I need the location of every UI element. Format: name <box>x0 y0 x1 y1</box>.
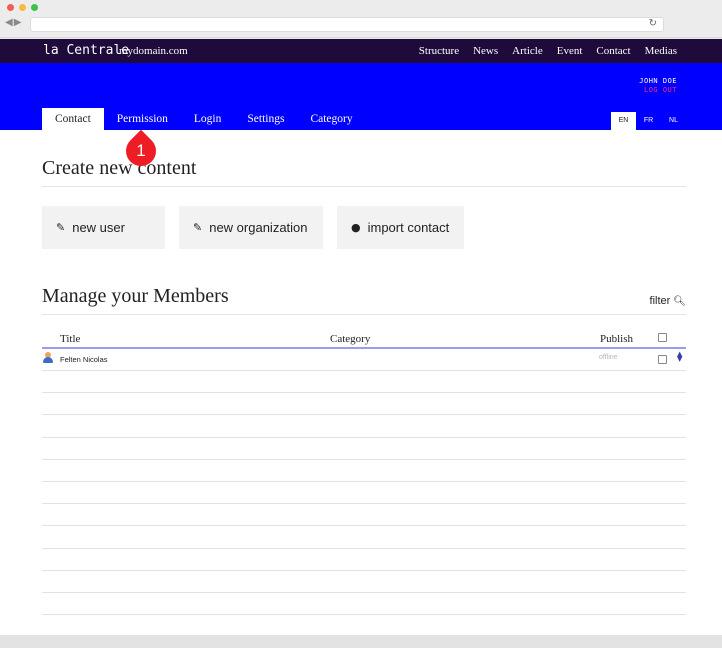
browser-bottom-bar <box>0 635 722 648</box>
divider <box>42 186 686 187</box>
sort-handle-icon[interactable]: ▲ ▼ <box>677 351 682 363</box>
lang-fr[interactable]: FR <box>636 112 661 130</box>
table-row-divider <box>42 370 686 371</box>
topnav-medias[interactable]: Medias <box>645 45 677 57</box>
top-bar: la Centrale mydomain.com Structure News … <box>0 39 722 63</box>
table-row-divider <box>42 481 686 482</box>
member-name[interactable]: Felten Nicolas <box>60 355 108 364</box>
table-row-divider <box>42 414 686 415</box>
topnav-structure[interactable]: Structure <box>419 45 459 57</box>
close-window-dot[interactable] <box>7 4 14 11</box>
tab-login[interactable]: Login <box>181 108 234 130</box>
lang-nl[interactable]: NL <box>661 112 686 130</box>
tab-permission[interactable]: Permission <box>104 108 181 130</box>
new-user-label: new user <box>72 220 125 235</box>
user-avatar-icon <box>43 352 53 363</box>
section-tabs: Contact Permission Login Settings Catego… <box>42 108 366 130</box>
user-name: JOHN DOE <box>639 77 677 85</box>
column-header-publish[interactable]: Publish <box>600 333 633 345</box>
minimize-window-dot[interactable] <box>19 4 26 11</box>
maximize-window-dot[interactable] <box>31 4 38 11</box>
table-row-divider <box>42 459 686 460</box>
new-organization-button[interactable]: ✎ new organization <box>179 206 323 249</box>
table-row-divider <box>42 614 686 615</box>
tab-contact[interactable]: Contact <box>42 108 104 130</box>
download-circle-icon: ● <box>351 221 361 234</box>
table-row-divider <box>42 525 686 526</box>
member-publish-status: offline <box>599 354 618 361</box>
filter-label: filter <box>649 295 671 307</box>
divider <box>42 314 686 315</box>
reload-icon[interactable]: ↻ <box>649 18 657 29</box>
import-contact-label: import contact <box>367 220 450 235</box>
members-section-title: Manage your Members <box>42 285 229 307</box>
browser-chrome: ◀▶ ↻ <box>0 0 722 38</box>
search-icon: 🔍︎ <box>673 296 686 307</box>
logout-link[interactable]: LOG OUT <box>644 86 677 94</box>
back-forward-icon[interactable]: ◀▶ <box>5 17 22 28</box>
language-switcher: EN FR NL <box>611 112 686 130</box>
topnav-news[interactable]: News <box>473 45 498 57</box>
new-user-button[interactable]: ✎ new user <box>42 206 165 249</box>
pencil-icon: ✎ <box>193 221 203 234</box>
column-header-category[interactable]: Category <box>330 333 370 345</box>
table-row-divider <box>42 570 686 571</box>
column-header-title[interactable]: Title <box>60 333 80 345</box>
site-domain: mydomain.com <box>119 45 188 57</box>
top-navigation: Structure News Article Event Contact Med… <box>419 45 677 57</box>
lang-en[interactable]: EN <box>611 112 636 130</box>
annotation-marker-number: 1 <box>136 141 146 160</box>
filter-button[interactable]: filter 🔍︎ <box>650 295 686 307</box>
header-band: JOHN DOE LOG OUT Contact Permission Logi… <box>0 63 722 130</box>
select-all-checkbox[interactable] <box>658 333 667 342</box>
row-checkbox[interactable] <box>658 355 667 364</box>
page: la Centrale mydomain.com Structure News … <box>0 39 722 635</box>
import-contact-button[interactable]: ● import contact <box>337 206 464 249</box>
new-organization-label: new organization <box>209 220 308 235</box>
topnav-contact[interactable]: Contact <box>596 45 630 57</box>
tab-category[interactable]: Category <box>297 108 365 130</box>
address-bar[interactable]: ↻ <box>30 17 664 32</box>
table-row-divider <box>42 503 686 504</box>
create-section-title: Create new content <box>42 157 197 179</box>
topnav-event[interactable]: Event <box>557 45 583 57</box>
table-row-divider <box>42 548 686 549</box>
topnav-article[interactable]: Article <box>512 45 543 57</box>
table-header-rule <box>42 347 686 349</box>
tab-settings[interactable]: Settings <box>234 108 297 130</box>
table-row-divider <box>42 592 686 593</box>
table-row-divider <box>42 437 686 438</box>
pencil-icon: ✎ <box>56 221 66 234</box>
brand-logo[interactable]: la Centrale <box>43 43 129 58</box>
table-row-divider <box>42 392 686 393</box>
